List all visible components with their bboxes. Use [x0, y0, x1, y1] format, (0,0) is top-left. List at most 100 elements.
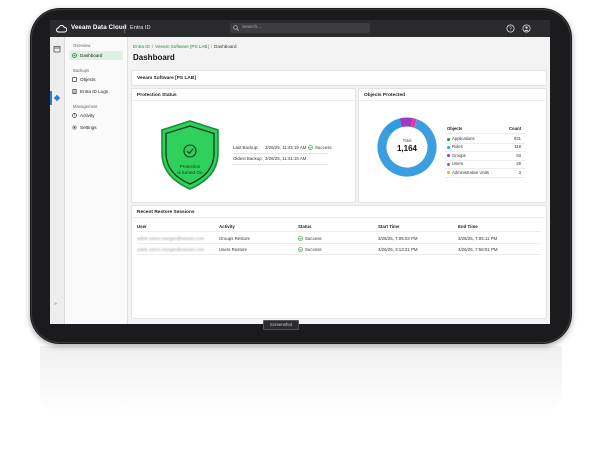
tenant-title: Veeam Software [PS LAB]	[137, 75, 196, 81]
top-bar: Veeam Data Cloud Entra ID Search... ?	[50, 20, 550, 37]
object-type-name: Roles	[452, 144, 463, 150]
object-type-name: Administrative Units	[452, 169, 490, 175]
search-icon	[233, 25, 239, 31]
legend-dot	[447, 145, 450, 149]
col-header-end-time[interactable]: End Time	[458, 224, 478, 229]
table-divider	[137, 231, 541, 232]
row-end-time: 3/26/25, 7:05:11 PM	[458, 236, 498, 241]
row-status: Success	[305, 247, 322, 252]
donut-total-value: 1,164	[396, 144, 418, 153]
gear-icon	[72, 125, 77, 130]
device-reflection	[40, 346, 562, 416]
objects-protected-card: Objects Protected Total 1,164 Objects Co…	[358, 88, 547, 203]
search-placeholder: Search...	[242, 25, 262, 31]
object-type-count: 119	[514, 144, 521, 150]
card-divider	[132, 217, 546, 218]
search-input[interactable]: Search...	[230, 23, 370, 33]
breadcrumb-link-entra-id[interactable]: Entra ID	[133, 44, 150, 49]
sidebar-item-label: Activity	[80, 113, 95, 118]
dashboard-icon	[72, 53, 77, 58]
object-type-count: 3	[518, 169, 521, 175]
table-divider	[137, 243, 541, 244]
success-check-icon	[308, 144, 313, 150]
activity-icon	[72, 113, 77, 118]
screenshot-caption: Screenshot	[263, 320, 299, 330]
breadcrumb: Entra ID / Veeam Software [PS LAB] / Dashboa…	[133, 44, 237, 49]
row-user: adele.vance.morgan@veeam.com	[137, 236, 204, 241]
legend-dot	[447, 162, 450, 166]
row-end-time: 3/26/25, 7:58:01 PM	[458, 247, 498, 252]
sidebar-item-label: Objects	[80, 77, 96, 82]
sidebar-item-objects[interactable]: Objects	[69, 75, 123, 84]
calendar-icon[interactable]	[53, 45, 61, 53]
sidebar-item-activity[interactable]: Activity	[69, 111, 123, 120]
protection-status-text: Protection is turned On	[159, 164, 221, 175]
count-col-header: Count	[509, 126, 522, 131]
donut-total-label: Total	[402, 138, 412, 143]
row-start-time: 3/26/25, 3:13:21 PM	[378, 247, 418, 252]
help-icon[interactable]: ?	[506, 24, 515, 33]
last-backup-value: 3/26/25, 11:43:19 AM	[265, 145, 307, 150]
sessions-card-title: Recent Restore Sessions	[137, 210, 195, 215]
table-divider	[445, 133, 525, 134]
object-type-count: 83	[516, 152, 521, 158]
object-type-name: Users	[452, 161, 463, 167]
objects-table-row[interactable]: Groups 83	[445, 152, 525, 160]
col-header-user[interactable]: User	[137, 224, 147, 229]
breadcrumb-divider: /	[151, 44, 154, 49]
rail-active-indicator	[50, 91, 52, 105]
title-divider	[124, 24, 125, 33]
collapse-sidebar-button[interactable]: »	[54, 301, 57, 307]
col-header-status[interactable]: Status	[298, 224, 311, 229]
success-check-icon	[298, 246, 303, 252]
objects-table-row[interactable]: Administrative Units 3	[445, 169, 525, 177]
objects-table-row[interactable]: Applications 931	[445, 135, 525, 143]
success-check-icon	[298, 235, 303, 241]
object-type-name: Applications	[452, 136, 475, 141]
product-name: Entra ID	[130, 24, 151, 31]
backup-divider	[232, 164, 328, 165]
page-title: Dashboard	[133, 53, 175, 62]
app-title: Veeam Data Cloud	[71, 24, 127, 31]
nav-group-backups: Backups	[73, 68, 90, 73]
breadcrumb-link-tenant[interactable]: Veeam Software [PS LAB]	[155, 44, 209, 49]
svg-text:?: ?	[509, 26, 512, 32]
entra-id-icon[interactable]	[53, 94, 61, 102]
nav-group-overview: Overview	[73, 43, 91, 48]
protection-status-card: Protection Status Protection is turned O…	[131, 88, 356, 203]
table-divider	[445, 176, 525, 178]
col-header-start-time[interactable]: Start Time	[378, 224, 399, 229]
row-status: Success	[305, 236, 322, 241]
tenant-card: Veeam Software [PS LAB]	[131, 70, 547, 86]
objects-table-row[interactable]: Users 28	[445, 160, 525, 168]
last-backup-status: Success	[315, 145, 332, 150]
objects-table-row[interactable]: Roles 119	[445, 143, 525, 151]
col-header-activity[interactable]: Activity	[219, 224, 235, 229]
legend-dot	[447, 171, 450, 175]
sidebar-item-label: Dashboard	[80, 53, 103, 58]
object-type-count: 931	[514, 136, 521, 141]
user-avatar-icon[interactable]	[522, 24, 531, 33]
recent-restore-sessions-card: Recent Restore Sessions User Activity St…	[131, 205, 547, 319]
app-screen: Veeam Data Cloud Entra ID Search... ? Ov…	[50, 20, 550, 324]
sidebar-item-settings[interactable]: Settings	[69, 123, 123, 132]
side-navigation: Overview Dashboard Backups Objects Entra…	[65, 37, 128, 324]
legend-dot	[447, 137, 450, 141]
object-type-name: Groups	[452, 152, 466, 158]
last-backup-label: Last Backup:	[233, 145, 259, 150]
objects-icon	[72, 77, 77, 82]
card-divider	[359, 100, 546, 101]
protection-card-title: Protection Status	[137, 93, 177, 98]
sidebar-item-label: Entra ID Logs	[80, 89, 109, 94]
objects-card-title: Objects Protected	[364, 93, 406, 98]
backup-divider	[232, 153, 328, 154]
shield-line2: is turned On	[177, 169, 203, 175]
sidebar-item-dashboard[interactable]: Dashboard	[69, 51, 123, 60]
sidebar-item-entra-id-logs[interactable]: Entra ID Logs	[69, 87, 123, 96]
row-activity: Users Restore	[219, 247, 248, 252]
breadcrumb-divider: /	[210, 44, 213, 49]
shield-check-icon	[161, 120, 219, 190]
object-type-count: 28	[516, 161, 521, 167]
row-activity: Groups Restore	[219, 236, 250, 241]
cloud-logo-icon	[56, 25, 67, 33]
